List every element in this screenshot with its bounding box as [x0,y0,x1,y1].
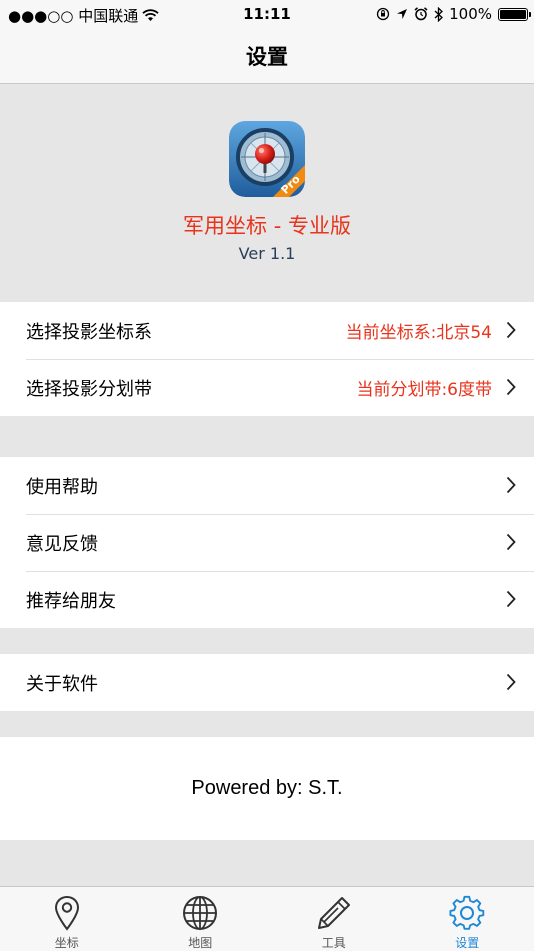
projection-zone-row[interactable]: 选择投影分划带 当前分划带:6度带 [0,359,534,416]
tab-label: 坐标 [0,934,134,951]
powered-by-section: Powered by: S.T. [0,737,534,840]
feedback-row[interactable]: 意见反馈 [0,514,534,571]
help-row[interactable]: 使用帮助 [0,457,534,514]
page-title: 设置 [246,41,288,71]
projection-system-label: 选择投影坐标系 [26,318,152,344]
app-version: Ver 1.1 [0,244,534,263]
battery-percent: 100% [449,5,492,23]
projection-zone-label: 选择投影分划带 [26,375,152,401]
battery-icon [498,8,528,21]
recommend-row[interactable]: 推荐给朋友 [0,571,534,628]
tab-tools[interactable]: 工具 [267,887,401,951]
chevron-right-icon [506,476,516,494]
feedback-label: 意见反馈 [26,530,98,556]
pencil-icon [316,895,352,931]
status-right: 100% [376,5,528,23]
tab-label: 地图 [134,934,268,951]
about-group: 关于软件 [0,654,534,711]
support-group: 使用帮助 意见反馈 推荐给朋友 [0,457,534,628]
tab-label: 设置 [401,934,534,951]
about-label: 关于软件 [26,670,98,696]
recommend-label: 推荐给朋友 [26,587,116,613]
location-arrow-icon [396,8,408,20]
about-row[interactable]: 关于软件 [0,654,534,711]
help-label: 使用帮助 [26,473,98,499]
globe-icon [182,895,218,931]
chevron-right-icon [506,673,516,691]
rotation-lock-icon [376,7,390,21]
app-info-header: Pro 军用坐标 - 专业版 Ver 1.1 [0,84,534,302]
app-logo-icon: Pro [229,121,305,197]
tab-map[interactable]: 地图 [134,887,268,951]
chevron-right-icon [506,378,516,396]
projection-zone-value: 当前分划带:6度带 [356,375,492,400]
chevron-right-icon [506,590,516,608]
tab-label: 工具 [267,934,401,951]
gear-icon [449,895,485,931]
projection-system-row[interactable]: 选择投影坐标系 当前坐标系:北京54 [0,302,534,359]
bluetooth-icon [434,7,443,22]
powered-by-text: Powered by: S.T. [191,777,342,800]
projection-settings-group: 选择投影坐标系 当前坐标系:北京54 选择投影分划带 当前分划带:6度带 [0,302,534,416]
alarm-icon [414,7,428,21]
projection-system-value: 当前坐标系:北京54 [346,318,492,343]
app-name: 军用坐标 - 专业版 [0,210,534,240]
chevron-right-icon [506,533,516,551]
tab-settings[interactable]: 设置 [401,887,534,951]
chevron-right-icon [506,321,516,339]
navigation-bar: 设置 [0,28,534,84]
tab-bar: 坐标 地图 工具 设置 [0,886,534,951]
status-bar: ●●●○○ 中国联通 11:11 100% [0,0,534,28]
location-pin-icon [54,895,80,931]
tab-coordinates[interactable]: 坐标 [0,887,134,951]
